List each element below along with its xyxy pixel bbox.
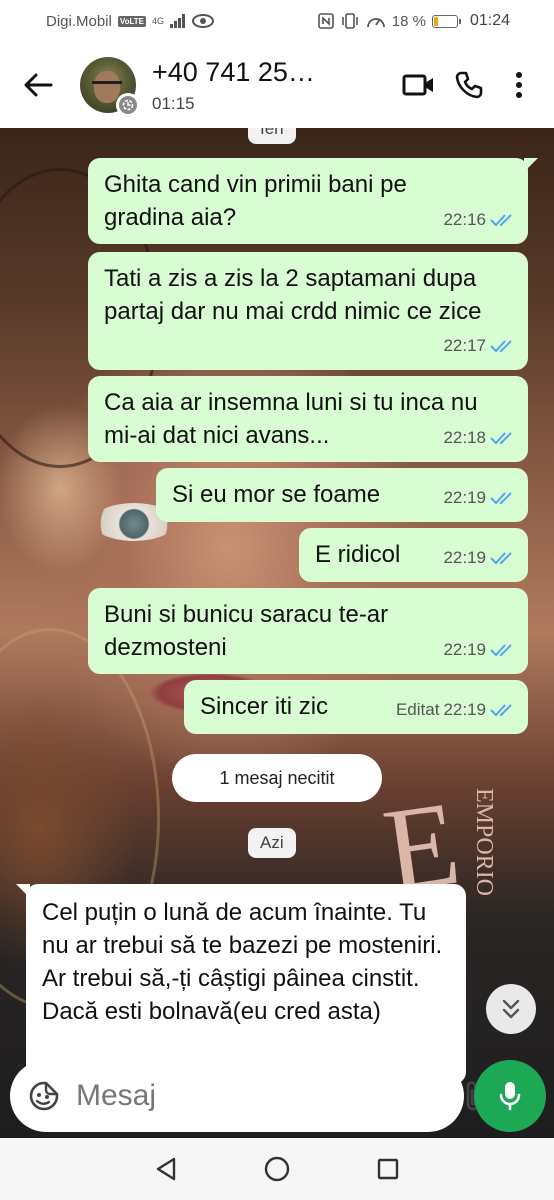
message-time: 22:19 (443, 640, 486, 659)
square-recents-icon (378, 1158, 399, 1180)
message-bubble[interactable]: E ridicol 22:19 (299, 528, 528, 582)
message-time: 22:16 (443, 210, 486, 229)
chat-area[interactable]: E EMPORIO Ieri Ghita cand vin primii ban… (0, 128, 554, 1138)
message-meta: 22:18 (443, 421, 516, 454)
message-input[interactable] (76, 1079, 462, 1113)
avatar-glasses (92, 81, 122, 87)
message-meta: 22:16 (443, 203, 516, 236)
clock: 01:24 (469, 12, 510, 29)
battery-percent: 18 % (391, 12, 426, 30)
network-type: 4G (152, 16, 165, 26)
contact-name: +40 741 25… (152, 56, 315, 87)
volte-badge: VoLTE (117, 15, 147, 27)
double-check-icon (490, 643, 512, 656)
nav-recents-button[interactable] (368, 1149, 408, 1189)
nav-home-button[interactable] (257, 1149, 297, 1189)
message-meta: 22:17 (443, 329, 516, 362)
message-composer (10, 1060, 539, 1132)
battery-fill (433, 16, 438, 26)
message-bubble[interactable]: Ghita cand vin primii bani pe gradina ai… (88, 158, 538, 244)
message-meta: 22:19 (443, 481, 516, 514)
status-right: 18 % 01:24 (317, 12, 510, 30)
timer-icon (119, 96, 137, 114)
message-time: 22:19 (443, 488, 486, 507)
message-time: 22:19 (443, 548, 486, 567)
microphone-icon (499, 1082, 521, 1111)
nav-back-button[interactable] (146, 1149, 186, 1189)
avatar-face (94, 71, 120, 103)
message-meta: 22:19 (443, 541, 516, 574)
vibrate-icon (341, 13, 358, 29)
message-time: 22:18 (443, 428, 486, 447)
more-vert-icon (516, 72, 522, 98)
scroll-to-bottom-button[interactable] (486, 984, 536, 1034)
arrow-left-icon (24, 73, 53, 97)
message-bubble[interactable]: Ca aia ar insemna luni si tu inca nu mi-… (88, 376, 528, 462)
message-text: Cel puțin o lună de acum înainte. Tu nu … (42, 899, 443, 1025)
message-text: Buni si bunicu saracu te-ar dezmosteni (104, 601, 389, 661)
double-check-icon (490, 339, 512, 352)
message-bubble[interactable]: Buni si bunicu saracu te-ar dezmosteni 2… (88, 588, 528, 674)
message-meta: Editat 22:19 (396, 693, 516, 726)
carrier-label: Digi.Mobil (46, 12, 112, 30)
unread-indicator: 1 mesaj necitit (172, 754, 382, 802)
status-bar: Digi.Mobil VoLTE 4G 18 % 01:24 (0, 0, 554, 42)
message-time: 22:17 (443, 336, 486, 355)
date-chip-label: Ieri (260, 128, 284, 138)
speed-icon (366, 18, 385, 28)
double-check-icon (490, 551, 512, 564)
shirt-logo-text: EMPORIO (471, 788, 497, 897)
date-chip-today: Azi (248, 828, 296, 858)
system-nav-bar (0, 1138, 554, 1200)
chevrons-down-icon (502, 999, 520, 1019)
more-options-button[interactable] (494, 60, 544, 110)
double-check-icon (490, 703, 512, 716)
video-call-icon (402, 74, 433, 96)
double-check-icon (490, 431, 512, 444)
message-bubble[interactable]: Si eu mor se foame 22:19 (156, 468, 528, 522)
message-text: Ghita cand vin primii bani pe gradina ai… (104, 171, 407, 231)
status-left: Digi.Mobil VoLTE 4G (46, 12, 215, 30)
back-button[interactable] (18, 65, 58, 105)
chat-header: +40 741 25… 01:15 (0, 42, 554, 128)
voice-call-button[interactable] (444, 60, 494, 110)
message-text: Tati a zis a zis la 2 saptamani dupa par… (104, 265, 482, 325)
message-bubble[interactable]: Tati a zis a zis la 2 saptamani dupa par… (88, 252, 528, 370)
date-chip-yesterday: Ieri (248, 128, 296, 144)
incoming-message-bubble[interactable]: Cel puțin o lună de acum înainte. Tu nu … (16, 884, 466, 1084)
edited-label: Editat (395, 700, 440, 719)
message-meta: 22:19 (443, 633, 516, 666)
contact-info[interactable]: +40 741 25… 01:15 (152, 57, 394, 114)
voice-message-button[interactable] (474, 1060, 546, 1132)
date-chip-label: Azi (260, 833, 284, 852)
video-call-button[interactable] (394, 60, 444, 110)
avatar[interactable] (80, 57, 140, 117)
nfc-icon (317, 13, 334, 29)
sticker-icon (29, 1081, 59, 1111)
message-time: 22:19 (443, 700, 486, 719)
phone-icon (455, 71, 483, 99)
disappearing-badge (116, 93, 140, 117)
triangle-back-icon (156, 1157, 175, 1181)
eye-icon (192, 14, 215, 28)
double-check-icon (490, 491, 512, 504)
circle-home-icon (264, 1156, 290, 1182)
unread-label: 1 mesaj necitit (219, 767, 335, 788)
message-bubble[interactable]: Sincer iti zic Editat 22:19 (184, 680, 528, 734)
contact-status: 01:15 (152, 93, 195, 113)
battery-icon (431, 14, 461, 28)
sticker-button[interactable] (28, 1074, 60, 1118)
signal-icon (170, 14, 186, 28)
double-check-icon (490, 213, 512, 226)
